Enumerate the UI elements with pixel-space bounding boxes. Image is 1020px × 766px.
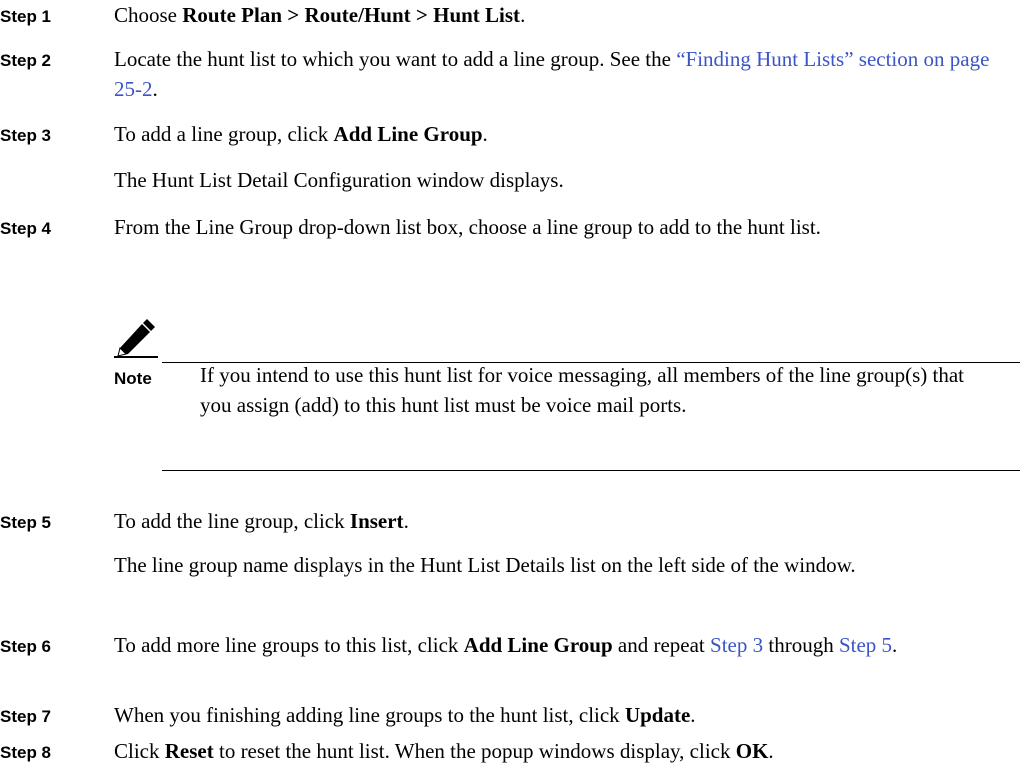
step-text-run: To add the line group, click — [114, 509, 350, 533]
step-label: Step 1 — [0, 7, 52, 26]
step-label: Step 5 — [0, 513, 52, 532]
step-text-run: and repeat — [612, 633, 711, 657]
step-text: Click Reset to reset the hunt list. When… — [114, 736, 994, 766]
step-text: Choose Route Plan > Route/Hunt > Hunt Li… — [114, 0, 994, 30]
step-text: To add a line group, click Add Line Grou… — [114, 119, 994, 149]
step-text-run: When you finishing adding line groups to… — [114, 703, 625, 727]
ui-term: OK — [735, 739, 769, 763]
step-text-run: to reset the hunt list. When the popup w… — [213, 739, 736, 763]
note-bottom-rule — [162, 470, 1020, 471]
step-label: Step 8 — [0, 743, 52, 762]
step-followup-text: The line group name displays in the Hunt… — [114, 553, 856, 577]
step-label: Step 2 — [0, 51, 52, 70]
ui-term: Update — [624, 703, 691, 727]
step-text-run: Click — [114, 739, 165, 763]
step-text-run: through — [763, 633, 839, 657]
step-text-run: From the Line Group drop-down list box, … — [114, 215, 821, 239]
step-text: From the Line Group drop-down list box, … — [114, 212, 994, 242]
ui-term: Insert — [349, 509, 404, 533]
step-text-run: . — [482, 122, 488, 146]
note-label: Note — [114, 369, 152, 388]
cross-reference-link[interactable]: Step 5 — [839, 633, 892, 657]
ui-term: Reset — [164, 739, 214, 763]
pencil-note-icon — [114, 319, 158, 358]
ui-term: Route Plan > Route/Hunt > Hunt List — [182, 3, 521, 27]
step-text-run: . — [152, 77, 158, 101]
step-text-run: . — [520, 3, 526, 27]
step-text-run: Locate the hunt list to which you want t… — [114, 47, 677, 71]
step-followup-text: The Hunt List Detail Configuration windo… — [114, 168, 564, 192]
step-text: Locate the hunt list to which you want t… — [114, 44, 994, 104]
step-label: Step 3 — [0, 126, 52, 145]
step-label: Step 6 — [0, 637, 52, 656]
step-text-run: Choose — [114, 3, 183, 27]
step-text-run: . — [690, 703, 696, 727]
step-text-run: . — [403, 509, 409, 533]
step-text: To add the line group, click Insert. — [114, 506, 994, 536]
cross-reference-link[interactable]: Step 3 — [710, 633, 763, 657]
step-label: Step 4 — [0, 219, 52, 238]
step-text: When you finishing adding line groups to… — [114, 700, 994, 730]
ui-term: Add Line Group — [463, 633, 613, 657]
step-text-run: . — [768, 739, 774, 763]
step-text-run: . — [892, 633, 898, 657]
note-text: If you intend to use this hunt list for … — [200, 363, 965, 417]
step-text-run: To add a line group, click — [114, 122, 334, 146]
ui-term: Add Line Group — [333, 122, 483, 146]
step-label: Step 7 — [0, 707, 52, 726]
step-text: To add more line groups to this list, cl… — [114, 630, 994, 660]
step-text-run: To add more line groups to this list, cl… — [114, 633, 464, 657]
